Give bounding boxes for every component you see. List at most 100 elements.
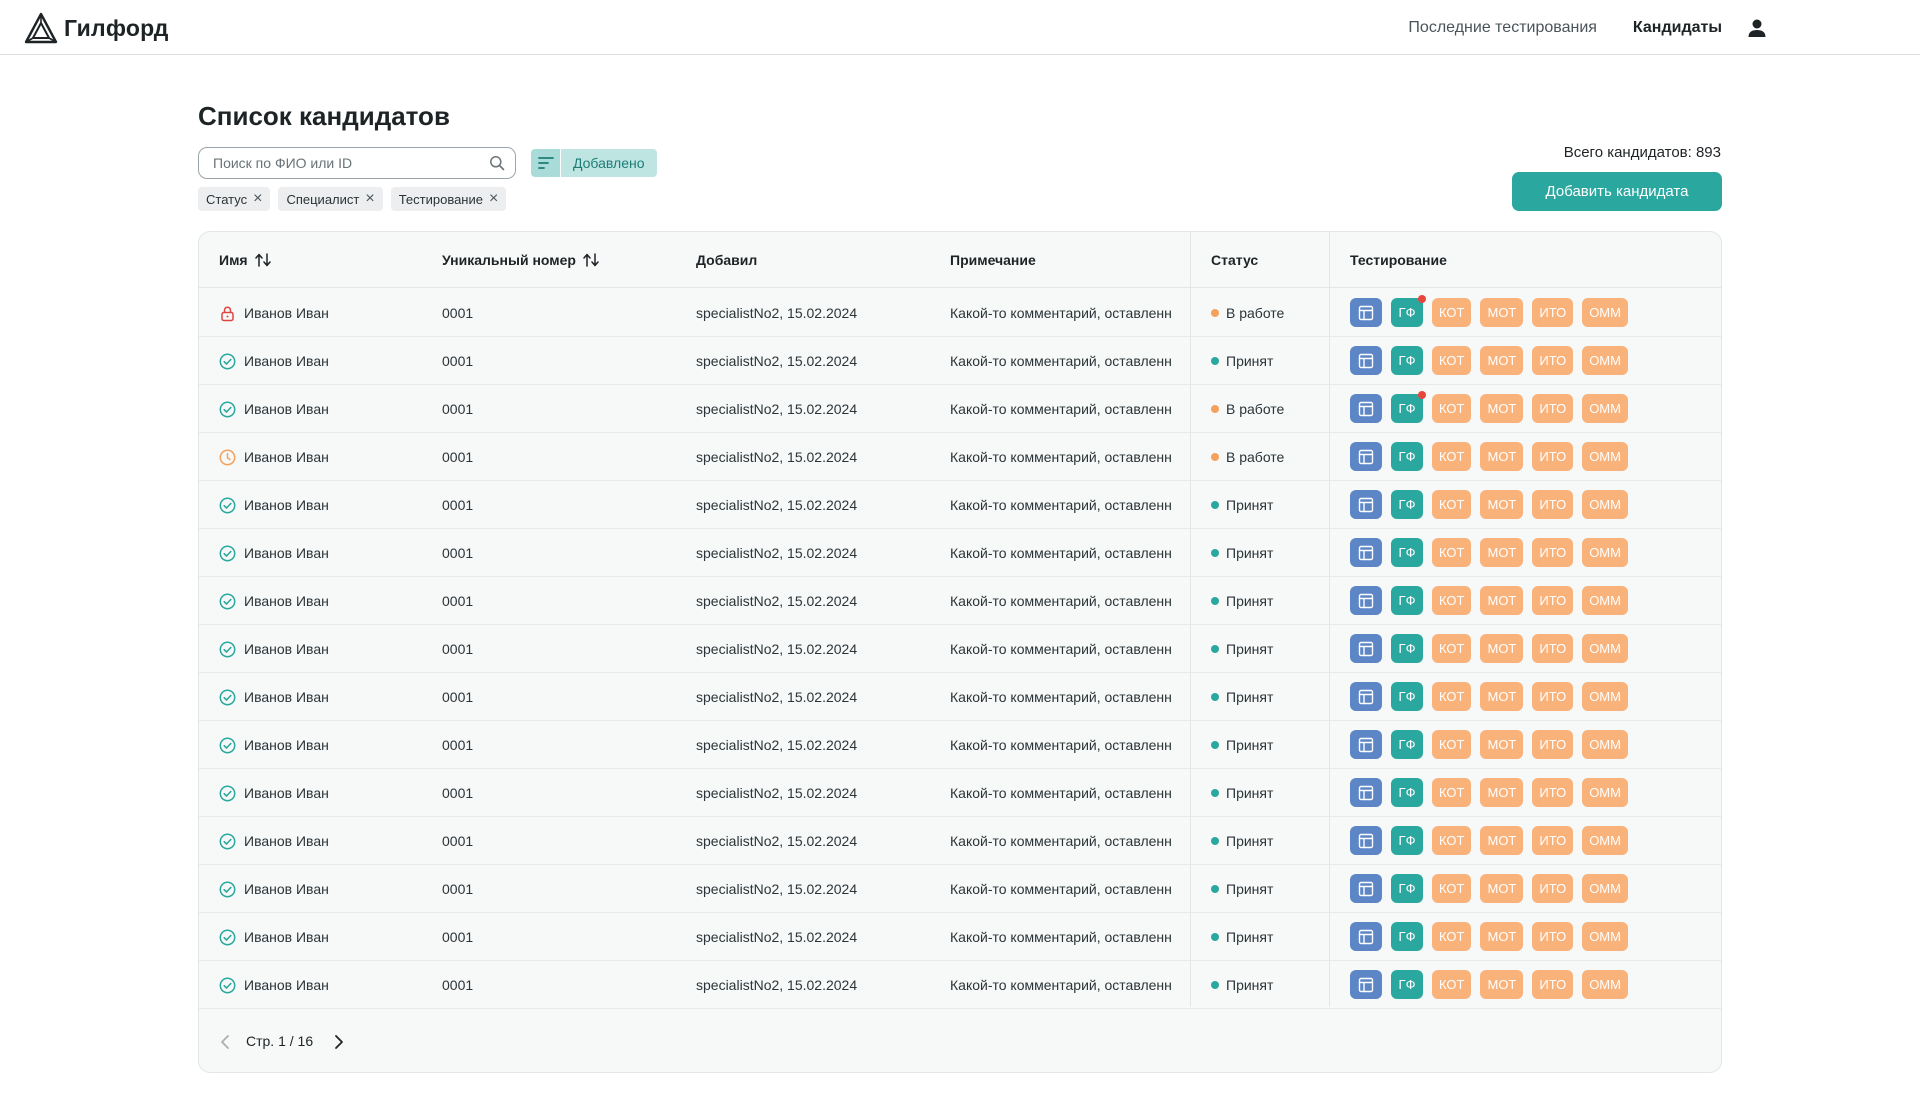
test-doc-button[interactable] [1350,346,1382,375]
table-row[interactable]: Иванов Иван 0001 specialistNo2, 15.02.2024… [199,433,1721,481]
test-button-omm[interactable]: ОММ [1582,682,1628,711]
test-button-mot[interactable]: МОТ [1480,922,1524,951]
test-button-ito[interactable]: ИТО [1532,394,1574,423]
test-button-omm[interactable]: ОММ [1582,826,1628,855]
cell-name[interactable]: Иванов Иван [219,529,429,577]
test-button-gf[interactable]: ГФ [1391,346,1423,375]
nav-recent-tests[interactable]: Последние тестирования [1408,19,1597,37]
cell-name[interactable]: Иванов Иван [219,913,429,961]
test-button-mot[interactable]: МОТ [1480,874,1524,903]
table-row[interactable]: Иванов Иван 0001 specialistNo2, 15.02.2024… [199,529,1721,577]
cell-name[interactable]: Иванов Иван [219,769,429,817]
cell-name[interactable]: Иванов Иван [219,337,429,385]
search-icon[interactable] [489,155,505,171]
test-button-ito[interactable]: ИТО [1532,586,1574,615]
test-button-gf[interactable]: ГФ [1391,586,1423,615]
cell-name[interactable]: Иванов Иван [219,721,429,769]
test-button-mot[interactable]: МОТ [1480,634,1524,663]
test-button-kot[interactable]: КОТ [1432,922,1472,951]
test-button-gf[interactable]: ГФ [1391,391,1426,423]
table-row[interactable]: Иванов Иван 0001 specialistNo2, 15.02.2024… [199,721,1721,769]
chevron-right-icon[interactable] [329,1032,349,1052]
filter-chip-specialist[interactable]: Специалист × [278,187,383,211]
test-button-ito[interactable]: ИТО [1532,874,1574,903]
table-row[interactable]: Иванов Иван 0001 specialistNo2, 15.02.2024… [199,865,1721,913]
test-button-ito[interactable]: ИТО [1532,490,1574,519]
cell-name[interactable]: Иванов Иван [219,865,429,913]
test-button-ito[interactable]: ИТО [1532,346,1574,375]
test-button-gf[interactable]: ГФ [1391,730,1423,759]
test-doc-button[interactable] [1350,298,1382,327]
test-button-omm[interactable]: ОММ [1582,874,1628,903]
test-button-kot[interactable]: КОТ [1432,586,1472,615]
test-button-kot[interactable]: КОТ [1432,970,1472,999]
test-button-mot[interactable]: МОТ [1480,346,1524,375]
test-button-kot[interactable]: КОТ [1432,490,1472,519]
table-row[interactable]: Иванов Иван 0001 specialistNo2, 15.02.2024… [199,481,1721,529]
test-button-kot[interactable]: КОТ [1432,346,1472,375]
test-button-gf[interactable]: ГФ [1391,970,1423,999]
test-button-kot[interactable]: КОТ [1432,682,1472,711]
table-row[interactable]: Иванов Иван 0001 specialistNo2, 15.02.2024… [199,337,1721,385]
test-doc-button[interactable] [1350,442,1382,471]
test-button-omm[interactable]: ОММ [1582,346,1628,375]
test-button-omm[interactable]: ОММ [1582,586,1628,615]
test-button-omm[interactable]: ОММ [1582,298,1628,327]
test-button-mot[interactable]: МОТ [1480,778,1524,807]
test-button-kot[interactable]: КОТ [1432,730,1472,759]
table-row[interactable]: Иванов Иван 0001 specialistNo2, 15.02.2024… [199,817,1721,865]
cell-name[interactable]: Иванов Иван [219,625,429,673]
test-doc-button[interactable] [1350,874,1382,903]
test-button-mot[interactable]: МОТ [1480,826,1524,855]
test-button-omm[interactable]: ОММ [1582,922,1628,951]
add-candidate-button[interactable]: Добавить кандидата [1512,172,1722,211]
cell-name[interactable]: Иванов Иван [219,289,429,337]
close-icon[interactable]: × [365,191,374,207]
test-button-kot[interactable]: КОТ [1432,442,1472,471]
column-header-name[interactable]: Имя [219,232,272,288]
test-button-omm[interactable]: ОММ [1582,394,1628,423]
cell-name[interactable]: Иванов Иван [219,961,429,1009]
test-button-mot[interactable]: МОТ [1480,538,1524,567]
test-doc-button[interactable] [1350,394,1382,423]
test-button-ito[interactable]: ИТО [1532,826,1574,855]
table-row[interactable]: Иванов Иван 0001 specialistNo2, 15.02.2024… [199,913,1721,961]
test-button-gf[interactable]: ГФ [1391,682,1423,711]
test-button-gf[interactable]: ГФ [1391,538,1423,567]
sort-button[interactable]: Добавлено [531,149,657,177]
cell-name[interactable]: Иванов Иван [219,481,429,529]
search-input[interactable] [213,154,473,172]
sort-arrows-icon[interactable] [582,253,600,267]
test-button-kot[interactable]: КОТ [1432,826,1472,855]
filter-chip-status[interactable]: Статус × [198,187,271,211]
test-button-gf[interactable]: ГФ [1391,826,1423,855]
chevron-left-icon[interactable] [215,1032,235,1052]
close-icon[interactable]: × [253,191,262,207]
test-button-kot[interactable]: КОТ [1432,874,1472,903]
test-button-omm[interactable]: ОММ [1582,442,1628,471]
cell-name[interactable]: Иванов Иван [219,433,429,481]
test-doc-button[interactable] [1350,778,1382,807]
test-button-gf[interactable]: ГФ [1391,442,1423,471]
filter-chip-testing[interactable]: Тестирование × [390,187,507,211]
table-row[interactable]: Иванов Иван 0001 specialistNo2, 15.02.2024… [199,961,1721,1009]
test-doc-button[interactable] [1350,682,1382,711]
test-button-omm[interactable]: ОММ [1582,490,1628,519]
nav-candidates[interactable]: Кандидаты [1633,19,1722,37]
table-row[interactable]: Иванов Иван 0001 specialistNo2, 15.02.2024… [199,385,1721,433]
test-button-gf[interactable]: ГФ [1391,634,1423,663]
test-button-ito[interactable]: ИТО [1532,634,1574,663]
test-button-kot[interactable]: КОТ [1432,634,1472,663]
test-button-kot[interactable]: КОТ [1432,394,1472,423]
close-icon[interactable]: × [489,191,498,207]
test-button-gf[interactable]: ГФ [1391,295,1426,327]
test-button-kot[interactable]: КОТ [1432,538,1472,567]
test-button-mot[interactable]: МОТ [1480,394,1524,423]
test-button-ito[interactable]: ИТО [1532,442,1574,471]
table-row[interactable]: Иванов Иван 0001 specialistNo2, 15.02.2024… [199,577,1721,625]
test-button-ito[interactable]: ИТО [1532,922,1574,951]
test-button-ito[interactable]: ИТО [1532,682,1574,711]
test-doc-button[interactable] [1350,922,1382,951]
test-doc-button[interactable] [1350,730,1382,759]
test-button-kot[interactable]: КОТ [1432,778,1472,807]
